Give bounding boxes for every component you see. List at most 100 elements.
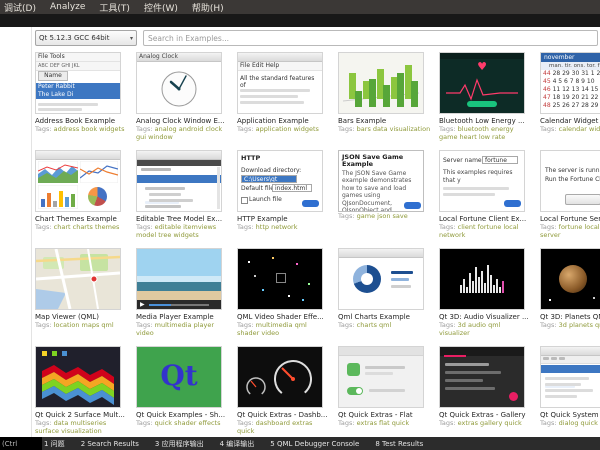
menu-analyze[interactable]: Analyze — [50, 2, 85, 12]
card-tags: Tags: dashboard extras quick — [237, 419, 313, 436]
quit-button — [565, 194, 600, 205]
card-tags: Tags: 3d audio qml visualizer — [439, 321, 501, 338]
kit-selector-dropdown[interactable]: Qt 5.12.3 GCC 64bit ▾ — [35, 30, 137, 46]
card-application[interactable]: File Edit Help All the standard features… — [237, 52, 329, 150]
card-chart-themes[interactable]: Chart Themes Example Tags: chart charts … — [35, 150, 127, 248]
card-tag-values[interactable]: http network — [256, 223, 298, 231]
card-tag-values[interactable]: 3d planets qml — [559, 321, 600, 329]
card-tags: Tags: game json save — [338, 212, 408, 220]
chevron-down-icon: ▾ — [129, 34, 133, 42]
card-http[interactable]: HTTP Download directory: C:\Users\qt Def… — [237, 150, 329, 248]
fab-icon — [509, 392, 518, 401]
pane-qml-debugger-console[interactable]: 5 QML Debugger Console — [270, 440, 359, 448]
area-chart-icon — [38, 161, 78, 183]
card-tags: Tags: http network — [237, 223, 298, 231]
card-tags: Tags: data multiseries surface visualiza… — [35, 419, 107, 436]
card-map-viewer[interactable]: Map Viewer (QML) Tags: location maps qml — [35, 248, 127, 346]
pane-search-results[interactable]: 2 Search Results — [81, 440, 139, 448]
card-tag-values[interactable]: extras gallery quick — [458, 419, 522, 427]
card-qml-charts[interactable]: Qml Charts Example Tags: charts qml — [338, 248, 430, 346]
pane-issues[interactable]: 1 问题 — [44, 439, 65, 449]
card-tag-values[interactable]: bars data visualization — [357, 125, 431, 133]
dashboard-thumbnail — [237, 346, 323, 408]
map-thumbnail — [35, 248, 121, 310]
card-json-save-game[interactable]: JSON Save Game Example The JSON Save Gam… — [338, 150, 430, 248]
card-editable-tree-model[interactable]: Editable Tree Model Ex... Tags: editable… — [136, 150, 228, 248]
card-quick-extras-dashboard[interactable]: Qt Quick Extras - Dashb... Tags: dashboa… — [237, 346, 329, 444]
card-title: Qt 3D: Planets QML Exa... — [540, 313, 600, 321]
card-tag-values[interactable]: calendar widgets — [559, 125, 600, 133]
card-tags: Tags: client fortune local network — [439, 223, 519, 240]
card-tags: Tags: application widgets — [237, 125, 319, 133]
mini-pie-chart-icon — [88, 187, 107, 206]
card-tags: Tags: multimedia player video — [136, 321, 215, 338]
card-title: Local Fortune Server E... — [540, 215, 600, 223]
tree-model-thumbnail — [136, 150, 222, 212]
search-input[interactable] — [143, 30, 598, 46]
download-button — [302, 200, 319, 207]
pane-test-results[interactable]: 8 Test Results — [375, 440, 423, 448]
card-local-fortune-server[interactable]: The server is runni Run the Fortune Cli … — [540, 150, 600, 248]
card-surface-multiseries[interactable]: Qt Quick 2 Surface Mult... Tags: data mu… — [35, 346, 127, 444]
card-local-fortune-client[interactable]: Server name: fortune This examples requi… — [439, 150, 531, 248]
bar-chart-icon — [342, 65, 420, 107]
card-tag-values[interactable]: quick shader effects — [155, 419, 221, 427]
menu-debug[interactable]: 调试(D) — [4, 1, 36, 14]
card-bluetooth-low-energy[interactable]: ♥ Bluetooth Low Energy ... Tags: bluetoo… — [439, 52, 531, 150]
mini-bar-chart-icon — [38, 185, 78, 209]
card-title: Map Viewer (QML) — [35, 313, 99, 321]
bluetooth-thumbnail: ♥ — [439, 52, 525, 114]
gauge-icon — [246, 360, 312, 398]
card-title: Application Example — [237, 117, 309, 125]
card-tag-values[interactable]: address book widgets — [54, 125, 125, 133]
pane-compile-output[interactable]: 4 编译输出 — [220, 439, 255, 449]
card-tag-values[interactable]: extras flat quick — [357, 419, 409, 427]
card-title: Qt Quick Extras - Dashb... — [237, 411, 328, 419]
card-address-book[interactable]: File Tools ABC DEF GHI JKL Name Peter Ra… — [35, 52, 127, 150]
card-qml-video-shader[interactable]: QML Video Shader Effe... Tags: multimedi… — [237, 248, 329, 346]
card-quick-extras-gallery[interactable]: Qt Quick Extras - Gallery Tags: extras g… — [439, 346, 531, 444]
card-tags: Tags: charts qml — [338, 321, 392, 329]
card-tags: Tags: editable itemviews model tree widg… — [136, 223, 217, 240]
bars-3d-thumbnail — [338, 52, 424, 114]
card-tags: Tags: bluetooth energy game heart low ra… — [439, 125, 514, 142]
system-dialog-thumbnail — [540, 346, 600, 408]
analog-clock-thumbnail: Analog Clock — [136, 52, 222, 114]
address-book-thumbnail: File Tools ABC DEF GHI JKL Name Peter Ra… — [35, 52, 121, 114]
card-title: Qt 3D: Audio Visualizer ... — [439, 313, 529, 321]
card-quick-extras-flat[interactable]: Qt Quick Extras - Flat Tags: extras flat… — [338, 346, 430, 444]
card-tag-values[interactable]: chart charts themes — [54, 223, 120, 231]
bottom-left-overlay: (Ctrl — [0, 437, 42, 450]
card-analog-clock[interactable]: Analog Clock Analog Clock Window E... Ta… — [136, 52, 228, 150]
card-tags: Tags: bars data visualization — [338, 125, 431, 133]
card-title: Calendar Widget Exam... — [540, 117, 600, 125]
menu-window[interactable]: 控件(W) — [144, 1, 178, 14]
media-player-thumbnail: ▶ — [136, 248, 222, 310]
card-title: Qt Quick 2 Surface Mult... — [35, 411, 125, 419]
card-title: QML Video Shader Effe... — [237, 313, 324, 321]
card-qt3d-audio-visualizer[interactable]: Qt 3D: Audio Visualizer ... Tags: 3d aud… — [439, 248, 531, 346]
pane-application-output[interactable]: 3 应用程序输出 — [155, 439, 204, 449]
card-calendar-widget[interactable]: november man. tir. ons. tor. fre. 44 28 … — [540, 52, 600, 150]
menubar: 调试(D) Analyze 工具(T) 控件(W) 帮助(H) — [0, 0, 600, 14]
examples-grid: File Tools ABC DEF GHI JKL Name Peter Ra… — [35, 52, 600, 444]
card-tag-values[interactable]: location maps qml — [54, 321, 114, 329]
planet-icon — [559, 265, 587, 293]
card-tags: Tags: fortune local network server — [540, 223, 600, 239]
card-tag-values[interactable]: application widgets — [256, 125, 319, 133]
card-tag-values[interactable]: charts qml — [357, 321, 392, 329]
card-qt3d-planets[interactable]: Qt 3D: Planets QML Exa... Tags: 3d plane… — [540, 248, 600, 346]
card-qt-quick-examples[interactable]: Qt Qt Quick Examples - Sh... Tags: quick… — [136, 346, 228, 444]
kit-selector-label: Qt 5.12.3 GCC 64bit — [39, 34, 110, 42]
card-title: Media Player Example — [136, 313, 214, 321]
card-media-player[interactable]: ▶ Media Player Example Tags: multimedia … — [136, 248, 228, 346]
card-tag-values[interactable]: game json save — [357, 212, 408, 220]
menu-tools[interactable]: 工具(T) — [99, 1, 130, 14]
card-tag-values[interactable]: dialog quick system — [559, 419, 600, 427]
video-shader-thumbnail — [237, 248, 323, 310]
card-title: Qt Quick Extras - Flat — [338, 411, 413, 419]
card-quick-system-dialog[interactable]: Qt Quick System Dialog ... Tags: dialog … — [540, 346, 600, 444]
menu-help[interactable]: 帮助(H) — [192, 1, 224, 14]
card-bars[interactable]: Bars Example Tags: bars data visualizati… — [338, 52, 430, 150]
details-button[interactable] — [404, 202, 421, 209]
